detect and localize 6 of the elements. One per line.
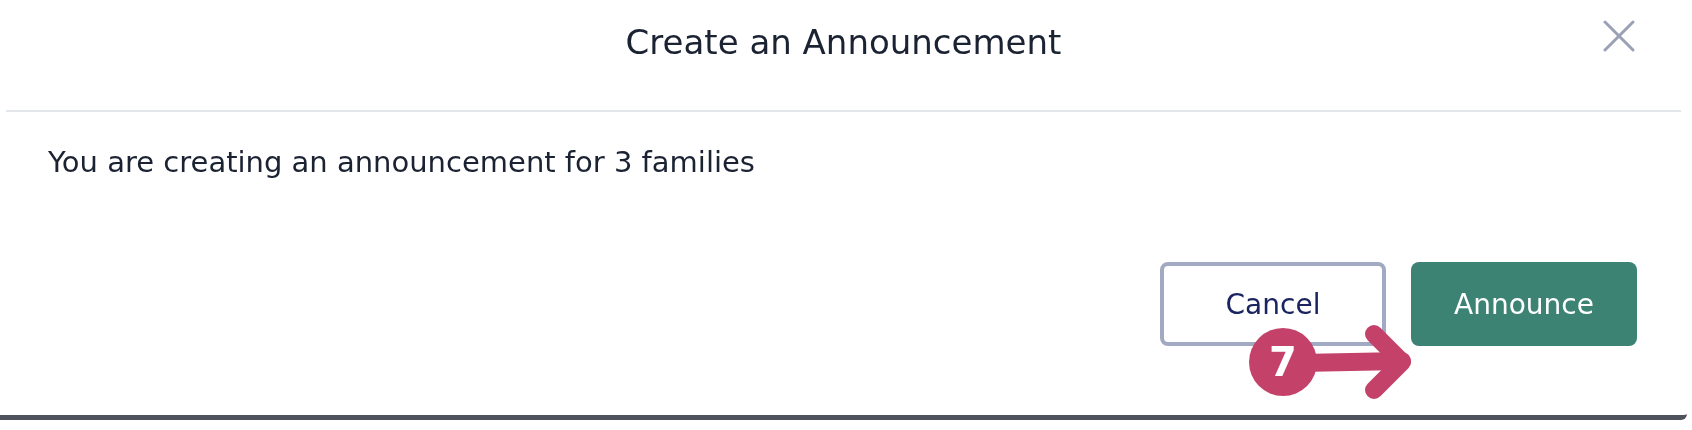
dialog-message: You are creating an announcement for 3 families	[48, 144, 755, 181]
cancel-button[interactable]: Cancel	[1160, 262, 1386, 346]
close-icon[interactable]	[1603, 20, 1635, 52]
step-badge: 7	[1249, 328, 1317, 396]
announce-button[interactable]: Announce	[1411, 262, 1637, 346]
dialog-title: Create an Announcement	[625, 21, 1062, 64]
